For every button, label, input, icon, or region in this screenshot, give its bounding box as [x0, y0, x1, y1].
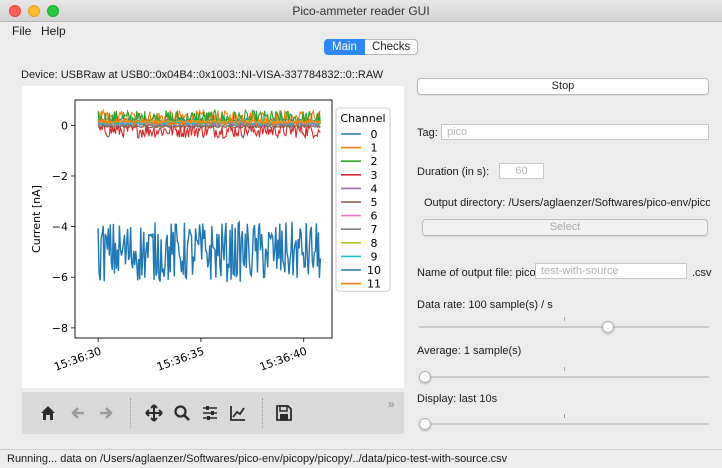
tab-bar: Main Checks	[324, 39, 419, 55]
slider-tick	[564, 414, 565, 418]
legend-label-8: 8	[371, 237, 378, 250]
stop-button[interactable]: Stop	[417, 78, 709, 95]
average-slider[interactable]	[419, 367, 709, 387]
tag-input[interactable]: pico	[441, 124, 709, 140]
legend-label-9: 9	[371, 250, 378, 263]
duration-input[interactable]: 60	[499, 163, 544, 179]
toolbar-separator	[262, 398, 263, 428]
legend-title: Channel	[340, 112, 385, 125]
x-tick-label: 15:36:35	[155, 345, 206, 374]
legend-label-2: 2	[371, 155, 378, 168]
slider-track	[419, 423, 709, 425]
current-chart: 0 −2 −4 −6 −8 Current [nA] 15:36:30 15:36:35 15:…	[30, 99, 391, 374]
legend-label-11: 11	[367, 278, 381, 291]
data-rate-slider[interactable]	[419, 317, 709, 337]
slider-tick	[564, 367, 565, 371]
forward-arrow-icon[interactable]	[94, 401, 118, 425]
configure-subplots-icon[interactable]	[198, 401, 222, 425]
tab-checks[interactable]: Checks	[364, 39, 419, 55]
legend-label-7: 7	[371, 223, 378, 236]
slider-handle[interactable]	[602, 321, 615, 333]
filename-extension-label: .csv	[692, 267, 712, 279]
pan-icon[interactable]	[142, 401, 166, 425]
y-tick-label: −2	[52, 170, 68, 183]
home-icon[interactable]	[36, 401, 60, 425]
slider-track	[419, 326, 709, 328]
duration-label: Duration (in s):	[417, 166, 490, 178]
window-title: Pico-ammeter reader GUI	[292, 4, 430, 18]
edit-axis-icon[interactable]	[226, 401, 250, 425]
legend-label-6: 6	[371, 210, 378, 223]
x-tick-label: 15:36:40	[258, 345, 309, 374]
average-label: Average: 1 sample(s)	[417, 345, 522, 357]
legend-label-0: 0	[371, 128, 378, 141]
zoom-icon[interactable]	[170, 401, 194, 425]
x-tick-label: 15:36:30	[52, 345, 103, 374]
menu-file[interactable]: File	[12, 24, 31, 38]
legend-label-4: 4	[371, 182, 378, 195]
legend-label-3: 3	[371, 169, 378, 182]
y-tick-label: −4	[52, 221, 68, 234]
legend-label-5: 5	[371, 196, 378, 209]
title-bar: Pico-ammeter reader GUI	[0, 0, 722, 22]
status-bar: Running... data on /Users/aglaenzer/Soft…	[0, 449, 722, 468]
current-plot[interactable]: 0 −2 −4 −6 −8 Current [nA] 15:36:30 15:36:35 15:…	[22, 86, 404, 388]
slider-tick	[564, 317, 565, 321]
slider-handle[interactable]	[419, 371, 431, 383]
plot-toolbar: »	[22, 392, 404, 434]
menu-bar: File Help	[0, 22, 722, 40]
tag-label: Tag:	[417, 127, 438, 139]
back-arrow-icon[interactable]	[66, 401, 90, 425]
y-tick-label: −8	[52, 322, 68, 335]
y-tick-label: 0	[61, 119, 68, 132]
device-label: Device: USBRaw at USB0::0x04B4::0x1003::…	[21, 69, 384, 81]
legend-box	[335, 107, 391, 292]
tab-main[interactable]: Main	[324, 39, 365, 55]
series-line-10	[97, 220, 322, 283]
y-axis-label: Current [nA]	[30, 185, 43, 253]
slider-handle[interactable]	[419, 418, 431, 430]
data-rate-label: Data rate: 100 sample(s) / s	[417, 299, 553, 311]
y-tick-label: −6	[52, 271, 68, 284]
display-slider[interactable]	[419, 414, 709, 434]
toolbar-separator	[130, 398, 131, 428]
select-directory-button[interactable]: Select	[422, 219, 708, 236]
menu-help[interactable]: Help	[41, 24, 66, 38]
legend-label-1: 1	[371, 142, 378, 155]
legend-label-10: 10	[367, 264, 381, 277]
output-filename-input[interactable]: test-with-source	[535, 263, 687, 279]
display-label: Display: last 10s	[417, 393, 498, 405]
overflow-chevron-icon[interactable]: »	[388, 397, 395, 411]
save-icon[interactable]	[272, 401, 296, 425]
output-directory-label: Output directory: /Users/aglaenzer/Softw…	[424, 197, 710, 209]
slider-track	[419, 376, 709, 378]
status-text: Running... data on /Users/aglaenzer/Soft…	[7, 453, 508, 465]
output-filename-label: Name of output file: pico-	[417, 267, 540, 279]
